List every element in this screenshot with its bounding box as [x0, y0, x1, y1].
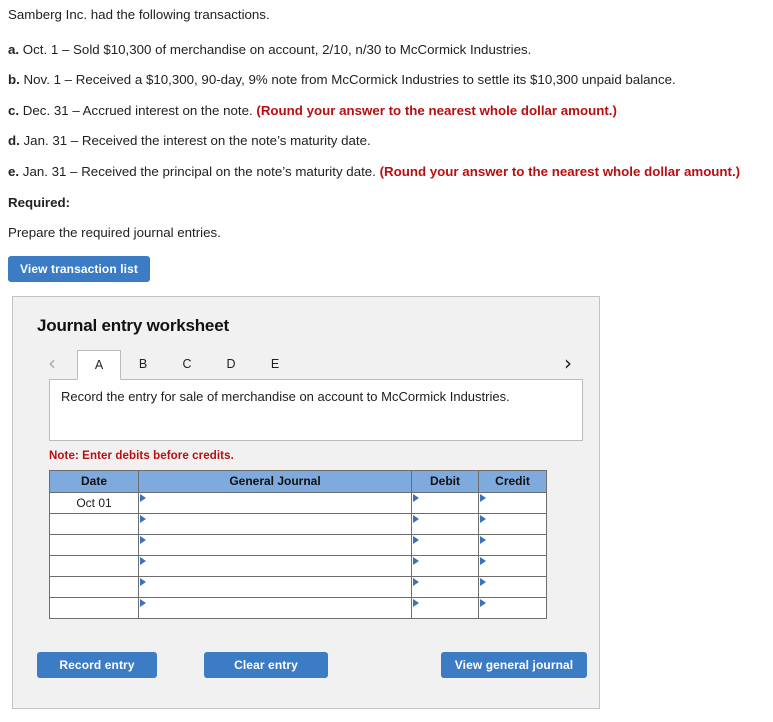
table-row	[49, 554, 547, 577]
cell-debit[interactable]	[411, 596, 479, 619]
worksheet-tabstrip: ‹ A B C D E ›	[13, 349, 599, 380]
cell-debit[interactable]	[411, 512, 479, 535]
entry-description: Record the entry for sale of merchandise…	[49, 378, 583, 441]
cell-date[interactable]	[49, 596, 139, 619]
problem-item-a: a. Oct. 1 – Sold $10,300 of merchandise …	[8, 42, 765, 59]
problem-item-e: e. Jan. 31 – Received the principal on t…	[8, 164, 765, 181]
cell-credit[interactable]	[478, 596, 547, 619]
cell-general-journal[interactable]	[138, 512, 412, 535]
item-hint-e: (Round your answer to the nearest whole …	[379, 164, 741, 180]
cell-general-journal[interactable]	[138, 533, 412, 556]
cell-date[interactable]	[49, 533, 139, 556]
cell-credit[interactable]	[478, 491, 547, 514]
worksheet-title: Journal entry worksheet	[37, 315, 229, 335]
table-row	[49, 533, 547, 556]
cell-debit[interactable]	[411, 575, 479, 598]
required-heading: Required:	[8, 194, 71, 210]
cell-date[interactable]	[49, 512, 139, 535]
debits-before-credits-note: Note: Enter debits before credits.	[49, 449, 234, 462]
cell-debit[interactable]	[411, 554, 479, 577]
record-entry-button[interactable]: Record entry	[37, 651, 157, 678]
problem-intro: Samberg Inc. had the following transacti…	[8, 7, 270, 22]
journal-entry-worksheet-panel: Journal entry worksheet ‹ A B C D E › Re…	[12, 295, 600, 709]
cell-debit[interactable]	[411, 533, 479, 556]
item-letter-b: b.	[8, 72, 20, 88]
item-text-e: Jan. 31 – Received the principal on the …	[22, 164, 376, 180]
view-transaction-list-button[interactable]: View transaction list	[8, 255, 150, 282]
item-letter-a: a.	[8, 41, 20, 57]
table-header-row: Date General Journal Debit Credit	[49, 469, 547, 493]
table-row	[49, 512, 547, 535]
tab-c[interactable]: C	[165, 350, 209, 379]
table-row: Oct 01	[49, 491, 547, 514]
cell-date[interactable]	[49, 554, 139, 577]
journal-entry-table: Date General Journal Debit Credit Oct 01	[49, 469, 547, 619]
clear-entry-button[interactable]: Clear entry	[204, 651, 328, 678]
cell-general-journal[interactable]	[138, 596, 412, 619]
cell-credit[interactable]	[478, 575, 547, 598]
tab-e[interactable]: E	[253, 350, 297, 379]
cell-debit[interactable]	[411, 491, 479, 514]
cell-general-journal[interactable]	[138, 491, 412, 514]
required-body: Prepare the required journal entries.	[8, 225, 221, 241]
item-text-b: Nov. 1 – Received a $10,300, 90-day, 9% …	[23, 72, 676, 88]
table-row	[49, 596, 547, 619]
tab-d[interactable]: D	[209, 350, 253, 379]
item-letter-d: d.	[8, 133, 20, 149]
tab-b[interactable]: B	[121, 350, 165, 379]
cell-date[interactable]: Oct 01	[49, 491, 139, 514]
cell-general-journal[interactable]	[138, 554, 412, 577]
problem-statement: Samberg Inc. had the following transacti…	[0, 0, 773, 242]
view-general-journal-button[interactable]: View general journal	[441, 651, 587, 678]
tab-a[interactable]: A	[77, 349, 121, 380]
problem-item-c: c. Dec. 31 – Accrued interest on the not…	[8, 103, 765, 120]
item-hint-c: (Round your answer to the nearest whole …	[256, 102, 617, 118]
item-text-d: Jan. 31 – Received the interest on the n…	[23, 133, 371, 149]
cell-credit[interactable]	[478, 554, 547, 577]
cell-date[interactable]	[49, 575, 139, 598]
problem-item-d: d. Jan. 31 – Received the interest on th…	[8, 133, 765, 150]
item-text-c: Dec. 31 – Accrued interest on the note.	[22, 102, 253, 118]
cell-credit[interactable]	[478, 533, 547, 556]
problem-item-b: b. Nov. 1 – Received a $10,300, 90-day, …	[8, 72, 765, 89]
cell-credit[interactable]	[478, 512, 547, 535]
prev-tab-arrow-icon[interactable]: ‹	[41, 350, 63, 378]
table-row	[49, 575, 547, 598]
column-header-debit: Debit	[411, 469, 479, 493]
item-letter-e: e.	[8, 164, 20, 180]
cell-general-journal[interactable]	[138, 575, 412, 598]
worksheet-tabs: A B C D E	[77, 349, 297, 380]
worksheet-footer-buttons: Record entry Clear entry View general jo…	[37, 651, 587, 678]
column-header-date: Date	[49, 469, 139, 493]
item-letter-c: c.	[8, 102, 20, 118]
item-text-a: Oct. 1 – Sold $10,300 of merchandise on …	[22, 41, 532, 57]
column-header-credit: Credit	[478, 469, 547, 493]
column-header-general-journal: General Journal	[138, 469, 412, 493]
next-tab-arrow-icon[interactable]: ›	[557, 350, 579, 378]
